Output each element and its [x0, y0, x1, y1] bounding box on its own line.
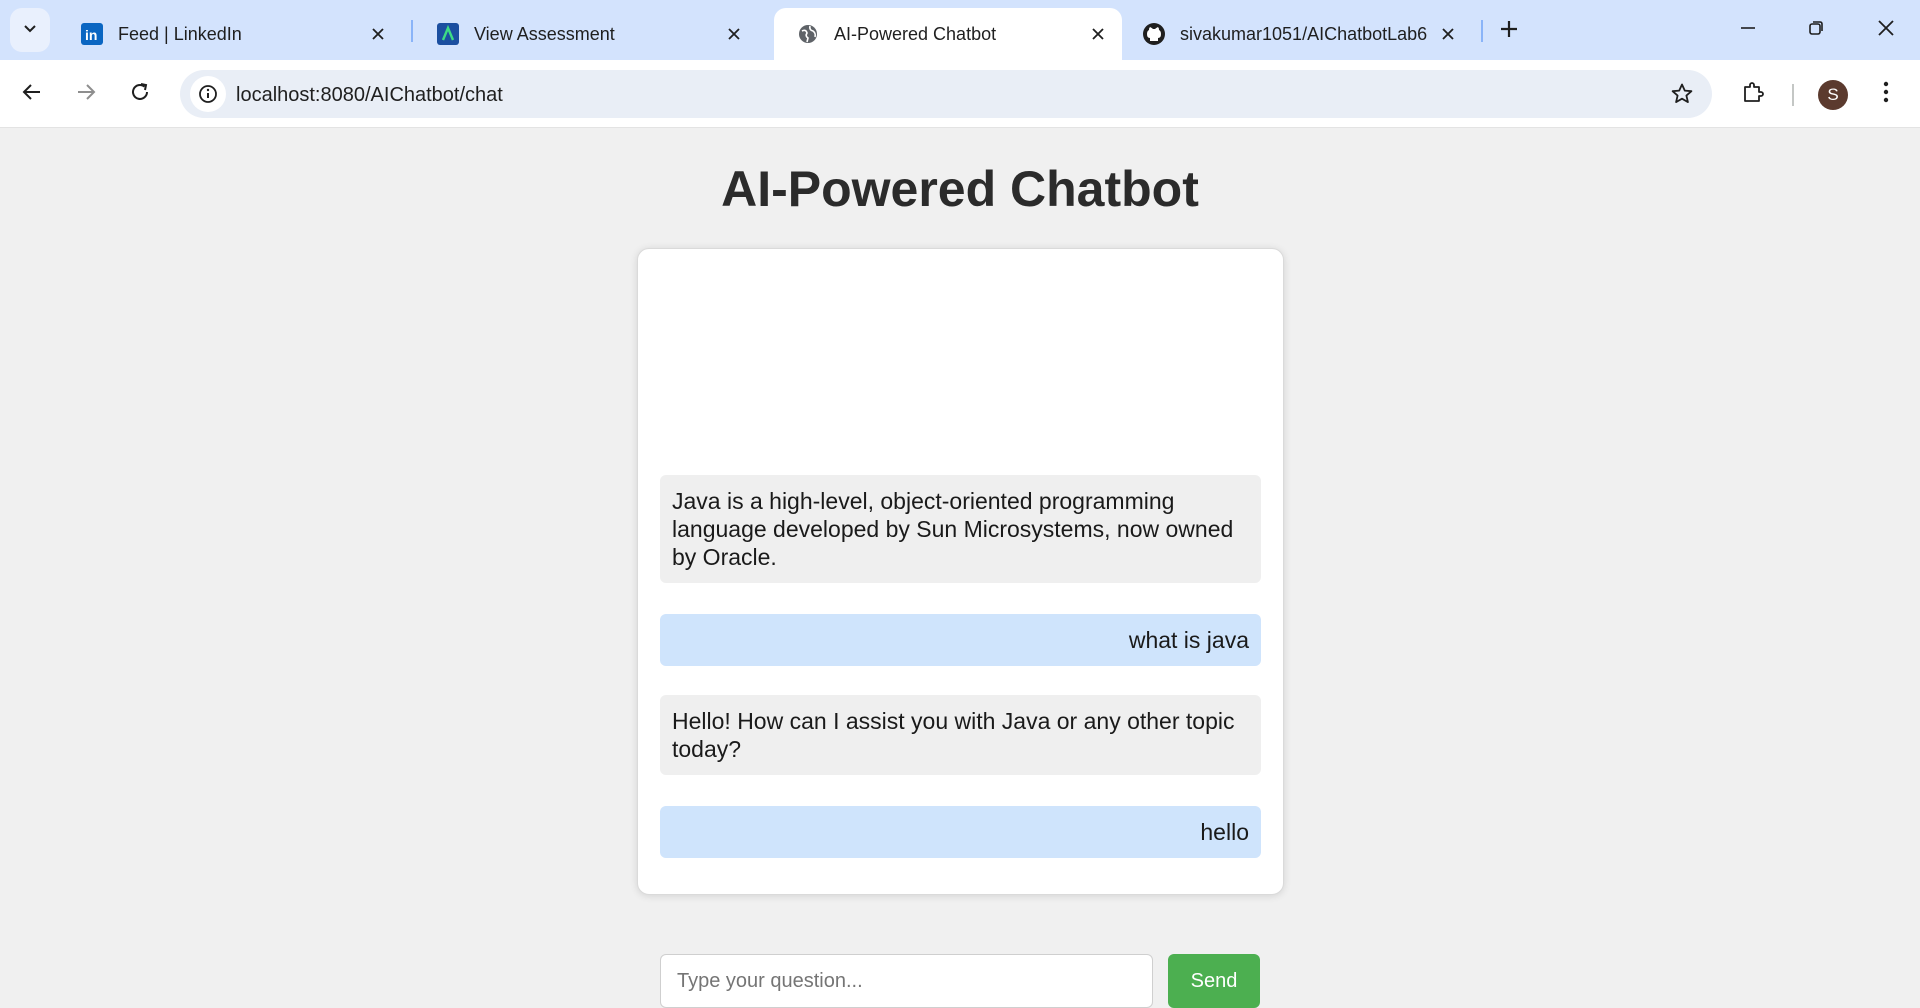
- back-button[interactable]: [12, 74, 52, 114]
- chevron-down-icon: [22, 20, 38, 41]
- tab-title: AI-Powered Chatbot: [834, 23, 997, 44]
- chat-message-bot: Java is a high-level, object-oriented pr…: [660, 475, 1261, 583]
- close-icon: [1877, 19, 1895, 42]
- page-title: AI-Powered Chatbot: [721, 161, 1199, 217]
- tab-linkedin[interactable]: in Feed | LinkedIn: [58, 8, 402, 60]
- browser-menu-button[interactable]: [1866, 74, 1906, 114]
- tab-view-assessment[interactable]: View Assessment: [414, 8, 758, 60]
- linkedin-icon: in: [80, 22, 104, 46]
- question-input[interactable]: [660, 954, 1153, 1008]
- chat-box[interactable]: Java is a high-level, object-oriented pr…: [637, 248, 1284, 895]
- chat-message-user: hello: [660, 806, 1261, 858]
- close-icon[interactable]: [1434, 20, 1462, 48]
- tab-separator: [1481, 20, 1483, 42]
- kebab-menu-icon: [1883, 81, 1889, 108]
- new-tab-button[interactable]: [1492, 14, 1526, 48]
- globe-icon: [796, 22, 820, 46]
- plus-icon: [1499, 19, 1519, 44]
- close-window-button[interactable]: [1866, 8, 1906, 52]
- tab-title: View Assessment: [474, 23, 615, 44]
- browser-toolbar: localhost:8080/AIChatbot/chat S: [0, 60, 1920, 128]
- tab-separator: [411, 20, 413, 42]
- arrow-left-icon: [21, 81, 43, 108]
- assessment-icon: [436, 22, 460, 46]
- tab-search-button[interactable]: [10, 8, 50, 52]
- reload-button[interactable]: [120, 74, 160, 114]
- minimize-button[interactable]: [1728, 8, 1768, 52]
- forward-button[interactable]: [66, 74, 106, 114]
- restore-icon: [1808, 20, 1824, 41]
- close-icon[interactable]: [720, 20, 748, 48]
- extensions-button[interactable]: [1733, 74, 1773, 114]
- github-icon: [1142, 22, 1166, 46]
- tab-title: Feed | LinkedIn: [118, 23, 242, 44]
- site-info-icon[interactable]: [190, 76, 226, 112]
- address-bar[interactable]: localhost:8080/AIChatbot/chat: [180, 70, 1712, 118]
- tab-github[interactable]: sivakumar1051/AIChatbotLab6: [1120, 8, 1472, 60]
- minimize-icon: [1740, 20, 1756, 41]
- url-text[interactable]: localhost:8080/AIChatbot/chat: [236, 84, 503, 107]
- tab-ai-chatbot[interactable]: AI-Powered Chatbot: [774, 8, 1122, 60]
- send-button[interactable]: Send: [1168, 954, 1260, 1008]
- profile-avatar[interactable]: S: [1818, 80, 1848, 110]
- chat-message-user: what is java: [660, 614, 1261, 666]
- tab-title: sivakumar1051/AIChatbotLab6: [1180, 23, 1428, 44]
- arrow-right-icon: [75, 81, 97, 108]
- close-icon[interactable]: [1084, 20, 1112, 48]
- close-icon[interactable]: [364, 20, 392, 48]
- bookmark-star-icon[interactable]: [1666, 78, 1698, 110]
- restore-button[interactable]: [1796, 8, 1836, 52]
- toolbar-divider: [1792, 84, 1794, 106]
- chat-message-bot: Hello! How can I assist you with Java or…: [660, 695, 1261, 775]
- reload-icon: [129, 81, 151, 108]
- svg-text:in: in: [85, 27, 97, 43]
- puzzle-icon: [1741, 80, 1765, 109]
- tab-strip: in Feed | LinkedIn View Assessment AI-Po…: [0, 0, 1920, 60]
